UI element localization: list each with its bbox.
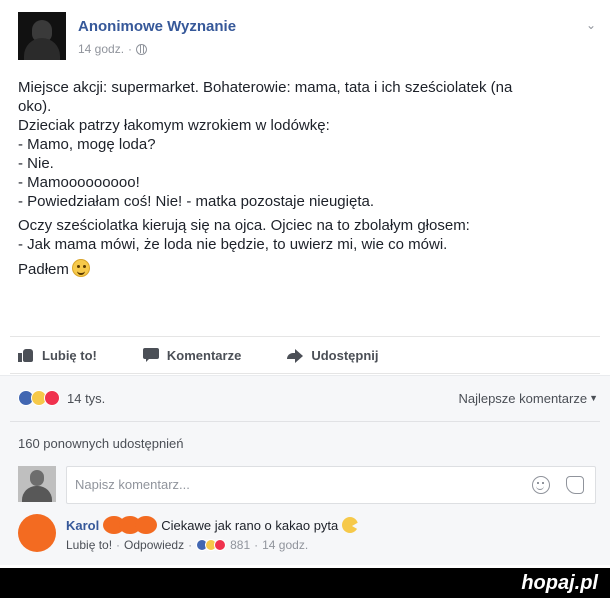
post-meta: 14 godz. ·	[78, 42, 148, 56]
comment-composer: Napisz komentarz...	[18, 464, 598, 504]
post-card: Anonimowe Wyznanie 14 godz. · ⌄ Miejsce …	[0, 0, 610, 568]
comment-meta: Lubię to! · Odpowiedz · 881 · 14 godz.	[66, 538, 308, 552]
user-avatar[interactable]	[18, 466, 56, 502]
censor-blot	[135, 516, 158, 534]
like-label: Lubię to!	[42, 347, 97, 363]
page-avatar[interactable]	[18, 12, 66, 60]
text-line: - Powiedziałam coś! Nie! - matka pozosta…	[18, 193, 375, 210]
comment-label: Komentarze	[166, 347, 242, 363]
paragraph-2: Oczy sześciolatka kierują się na ojca. O…	[18, 216, 598, 254]
meta-separator: ·	[188, 538, 193, 552]
comment-bubble-icon	[142, 348, 159, 362]
post-body: Miejsce akcji: supermarket. Bohaterowie:…	[18, 78, 598, 284]
globe-icon	[136, 43, 148, 55]
pacman-emoji-icon	[342, 517, 360, 533]
comment-button[interactable]: Komentarze	[142, 347, 242, 363]
paragraph-3: Padłem	[18, 259, 598, 279]
meta-separator: ·	[254, 538, 259, 552]
meta-separator: ·	[128, 42, 133, 56]
comment-item: Karol Ciekawe jak rano o kakao pyta Lubi…	[18, 514, 598, 560]
comment-text: Ciekawe jak rano o kakao pyta	[161, 517, 339, 533]
share-label: Udostępnij	[311, 347, 379, 363]
thumbs-up-icon	[18, 348, 34, 362]
sticker-icon[interactable]	[566, 476, 584, 494]
text-line: - Mamo, mogę loda?	[18, 136, 156, 153]
share-arrow-icon	[287, 348, 304, 363]
like-button[interactable]: Lubię to!	[18, 348, 97, 363]
emoji-picker-icon[interactable]	[532, 476, 550, 494]
comment-line: Karol Ciekawe jak rano o kakao pyta	[66, 516, 360, 534]
text-line: - Jak mama mówi, że loda nie będzie, to …	[18, 236, 448, 253]
avatar-silhouette-body	[24, 38, 60, 60]
comment-time[interactable]: 14 godz.	[262, 538, 308, 552]
caret-down-icon: ▼	[589, 392, 598, 403]
text-line: - Mamooooooooo!	[18, 174, 140, 191]
text-line: - Nie.	[18, 155, 54, 172]
reaction-count[interactable]: 14 tys.	[67, 391, 105, 406]
divider	[10, 421, 600, 422]
shares-count-link[interactable]: 160 ponownych udostępnień	[18, 436, 184, 451]
smile-emoji-icon	[71, 259, 90, 277]
meta-separator: ·	[116, 538, 121, 552]
comment-sort-dropdown[interactable]: Najlepsze komentarze ▼	[458, 391, 598, 406]
text-line: Dzieciak patrzy łakomym wzrokiem w lodów…	[18, 117, 330, 134]
comment-like-link[interactable]: Lubię to!	[66, 538, 112, 552]
comment-reaction-count[interactable]: 881	[230, 538, 250, 552]
post-time[interactable]: 14 godz.	[78, 42, 124, 56]
love-reaction-icon	[214, 539, 227, 551]
love-reaction-icon[interactable]	[44, 390, 60, 406]
comment-reply-link[interactable]: Odpowiedz	[124, 538, 184, 552]
text-line: oko).	[18, 98, 52, 115]
feedback-section: 14 tys. Najlepsze komentarze ▼ 160 ponown…	[0, 375, 610, 565]
post-header: Anonimowe Wyznanie 14 godz. · ⌄	[18, 12, 598, 62]
comment-input[interactable]: Napisz komentarz...	[66, 466, 596, 504]
sort-label: Najlepsze komentarze	[458, 390, 588, 406]
text-line: Miejsce akcji: supermarket. Bohaterowie:…	[18, 79, 513, 96]
share-button[interactable]: Udostępnij	[287, 348, 378, 363]
paragraph-1: Miejsce akcji: supermarket. Bohaterowie:…	[18, 78, 598, 211]
chevron-down-icon[interactable]: ⌄	[584, 19, 598, 31]
text-line: Oczy sześciolatka kierują się na ojca. O…	[18, 217, 470, 234]
site-logo[interactable]: hopaj.pl	[521, 572, 598, 595]
page-name-link[interactable]: Anonimowe Wyznanie	[78, 18, 236, 35]
commenter-name[interactable]: Karol	[66, 518, 99, 533]
post-actions-bar: Lubię to! Komentarze Udostępnij	[10, 336, 600, 374]
watermark-bar: hopaj.pl	[0, 568, 610, 598]
commenter-avatar[interactable]	[18, 514, 56, 552]
reaction-summary: 14 tys. Najlepsze komentarze ▼	[18, 388, 598, 408]
closing-text: Padłem	[18, 261, 69, 278]
